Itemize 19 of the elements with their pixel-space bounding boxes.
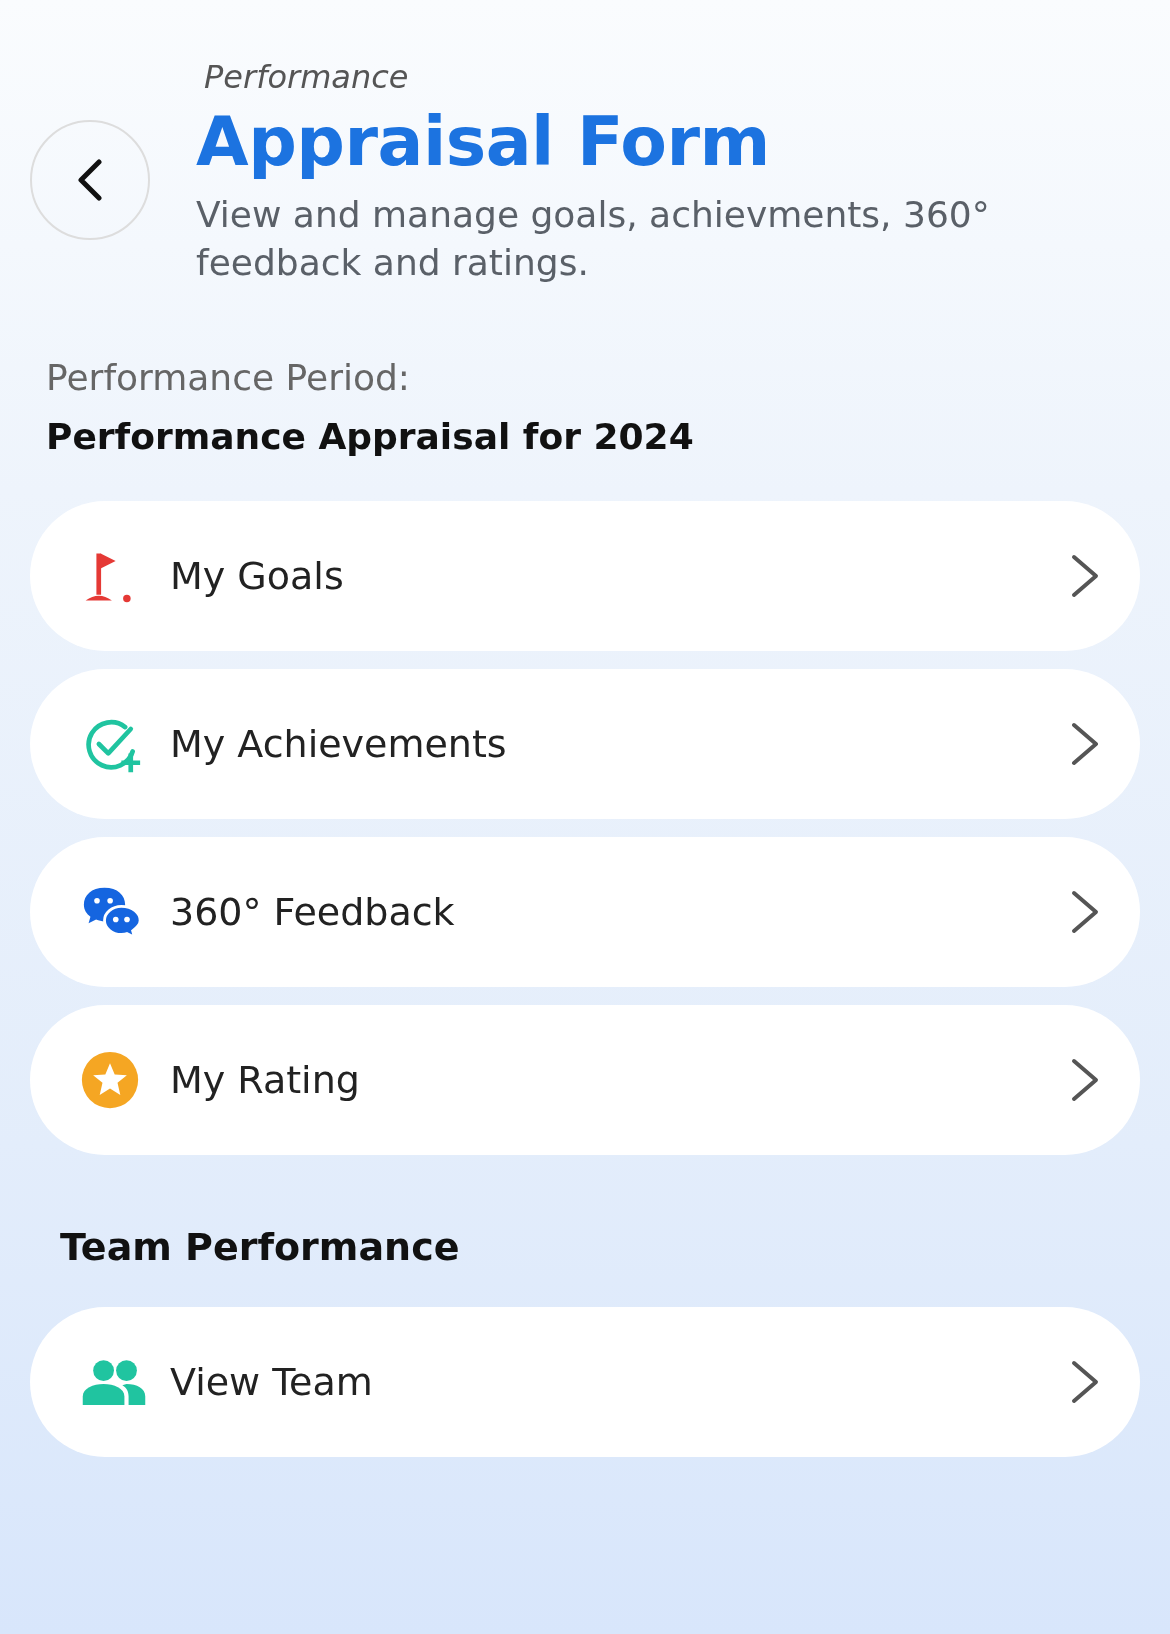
page-subtitle: View and manage goals, achievments, 360° feedback and ratings.	[196, 193, 991, 285]
menu-item[interactable]: View Team	[30, 1307, 1140, 1457]
chevron-right-icon	[1070, 890, 1100, 934]
section-title: Team Performance	[59, 1224, 461, 1269]
menu-item[interactable]: My Achievements	[30, 669, 1140, 819]
period-value: Performance Appraisal for 2024	[46, 416, 695, 457]
period-label: Performance Period:	[46, 357, 411, 398]
people-icon	[80, 1357, 148, 1407]
chevron-right-icon	[1070, 1360, 1100, 1404]
breadcrumb: Performance	[204, 58, 410, 96]
menu-item[interactable]: My Rating	[30, 1005, 1140, 1155]
chevron-right-icon	[1070, 554, 1100, 598]
back-icon	[77, 159, 103, 201]
chevron-right-icon	[1070, 722, 1100, 766]
menu-item[interactable]: 360° Feedback	[30, 837, 1140, 987]
page-title: Appraisal Form	[196, 102, 771, 181]
menu-item[interactable]: My Goals	[30, 501, 1140, 651]
back-button[interactable]	[30, 120, 150, 240]
chevron-right-icon	[1070, 1058, 1100, 1102]
